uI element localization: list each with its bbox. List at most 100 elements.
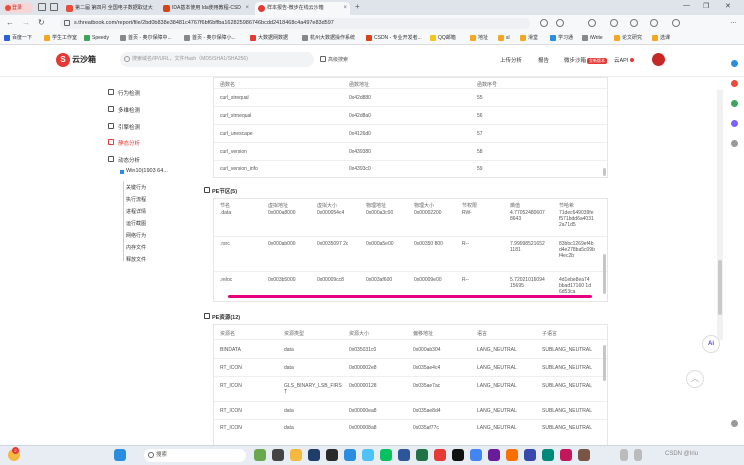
qq-icon[interactable] <box>362 449 374 461</box>
forward-icon[interactable]: → <box>22 18 30 27</box>
bookmark-item[interactable]: 首页 - 奥尔保障中... <box>120 33 172 43</box>
advanced-search-link[interactable]: 高级搜索 <box>320 56 348 63</box>
sidebar-item-behavior[interactable]: 行为检测 <box>108 89 140 97</box>
tab-threatbook[interactable]: 样本报告-微步在线云沙箱 × <box>255 2 350 15</box>
sidebar-outlook-icon[interactable] <box>731 120 738 127</box>
section-title[interactable]: PE节区(5) <box>204 187 237 195</box>
tab-actions-icon[interactable] <box>50 3 58 11</box>
more-menu-icon[interactable]: … <box>730 18 738 27</box>
sidebar-sub-item[interactable]: 进程详情 <box>126 208 146 215</box>
nav-report[interactable]: 报告 <box>538 56 549 64</box>
chrome-icon[interactable] <box>470 449 482 461</box>
nav-sandbox[interactable]: 微步沙箱 全新版本 <box>564 56 608 64</box>
new-tab-icon[interactable]: + <box>355 2 360 11</box>
sections-scrollbar[interactable] <box>603 254 606 294</box>
sidebar-item-engine[interactable]: 引擎检测 <box>108 123 140 131</box>
tab-contest[interactable]: 第二届 第四月 全国电子数据取证大 <box>63 2 158 15</box>
sidebar-add-icon[interactable] <box>731 140 738 147</box>
imports-scrollbar[interactable] <box>603 168 606 176</box>
sidebar-sub-item[interactable]: 运行截图 <box>126 220 146 227</box>
bookmark-item[interactable]: sl <box>498 33 510 43</box>
favorite-star-icon[interactable] <box>556 19 564 27</box>
bookmark-item[interactable]: iWrite <box>582 33 603 43</box>
bookmark-item[interactable]: QQ邮箱 <box>430 33 456 43</box>
profile-button[interactable]: 登录 <box>3 3 33 13</box>
bookmark-item[interactable]: 杭州大数据操作系统 <box>302 33 355 43</box>
close-tab-icon[interactable]: × <box>343 2 347 15</box>
bookmark-item[interactable]: CSDN - 专业开发者... <box>366 33 422 43</box>
collections-icon[interactable] <box>650 19 658 27</box>
back-icon[interactable]: ← <box>6 18 14 27</box>
sidebar-office-icon[interactable] <box>731 100 738 107</box>
close-tab-icon[interactable]: × <box>245 2 249 15</box>
sidebar-tools-icon[interactable] <box>731 80 738 87</box>
steam-icon[interactable] <box>308 449 320 461</box>
bookmark-item[interactable]: 学生工作室 <box>44 33 77 43</box>
sidebar-item-dynamic[interactable]: 动态分析 <box>108 156 140 164</box>
bookmark-item[interactable]: 学习通 <box>550 33 573 43</box>
wechat-icon[interactable] <box>380 449 392 461</box>
sidebar-search-icon[interactable] <box>731 60 738 67</box>
read-aloud-icon[interactable] <box>540 19 548 27</box>
downloads-icon[interactable] <box>672 19 680 27</box>
search-input[interactable]: 搜索域名/IP/URL，文件Hash（MD5/SHA1/SHA256) <box>120 52 314 67</box>
excel-icon[interactable] <box>416 449 428 461</box>
bookmark-item[interactable]: 选课 <box>652 33 670 43</box>
sidebar-item-multidim[interactable]: 多维检测 <box>108 106 140 114</box>
word-icon[interactable] <box>398 449 410 461</box>
app-icon[interactable] <box>560 449 572 461</box>
refresh-icon[interactable]: ↻ <box>38 18 45 27</box>
app-icon[interactable] <box>488 449 500 461</box>
tray-app-icon[interactable] <box>634 449 642 461</box>
taskbar-app-icon[interactable] <box>254 449 266 461</box>
resources-scrollbar[interactable] <box>603 345 606 381</box>
app-icon[interactable] <box>506 449 518 461</box>
page-scrollbar-thumb[interactable] <box>718 260 722 315</box>
task-view-icon[interactable] <box>272 449 284 461</box>
taskbar-search[interactable]: 搜索 <box>144 449 246 462</box>
website: S 云沙箱 搜索域名/IP/URL，文件Hash（MD5/SHA1/SHA256… <box>0 45 744 445</box>
tray-chevron-icon[interactable] <box>620 449 628 461</box>
bookmark-item[interactable]: 首页 - 奥尔保障小... <box>184 33 236 43</box>
avatar-app-icon[interactable] <box>578 449 590 461</box>
nav-api[interactable]: 云API <box>614 56 635 64</box>
bookmark-item[interactable]: 滑堂 <box>520 33 538 43</box>
env-selector[interactable]: Win10(1903 64... <box>108 168 168 174</box>
workspaces-icon[interactable] <box>38 3 46 11</box>
close-window-icon[interactable]: ✕ <box>725 2 731 10</box>
app-icon[interactable] <box>524 449 536 461</box>
split-screen-icon[interactable] <box>610 19 618 27</box>
bookmark-item[interactable]: 地址 <box>470 33 488 43</box>
section-title[interactable]: PE资源(12) <box>204 313 240 321</box>
app-icon[interactable] <box>434 449 446 461</box>
sidebar-settings-icon[interactable] <box>731 420 738 427</box>
maximize-icon[interactable]: ❐ <box>703 2 709 10</box>
bookmark-item[interactable]: Speedy <box>84 33 109 43</box>
avatar[interactable] <box>652 53 665 66</box>
favorites-icon[interactable] <box>630 19 638 27</box>
bookmark-item[interactable]: 论文研究 <box>614 33 642 43</box>
extensions-icon[interactable] <box>588 19 596 27</box>
ai-assistant-button[interactable]: Ai <box>702 335 720 353</box>
tab-ida[interactable]: IDA基本使用 Ida使用教程-CSD × <box>160 2 252 15</box>
app-icon[interactable] <box>452 449 464 461</box>
back-to-top-button[interactable]: ︿ <box>686 370 704 388</box>
nav-upload[interactable]: 上传分析 <box>500 56 522 64</box>
start-icon[interactable] <box>114 449 126 461</box>
url-field[interactable]: s.threatbook.com/report/file/2bd0b838e38… <box>60 18 530 29</box>
sidebar-sub-item[interactable]: 网络行为 <box>126 232 146 239</box>
minimize-icon[interactable]: — <box>683 2 690 9</box>
sidebar-sub-item[interactable]: 内存文件 <box>126 244 146 251</box>
bookmark-item[interactable]: 大数据网数据 <box>250 33 288 43</box>
file-explorer-icon[interactable] <box>290 449 302 461</box>
bookmark-item[interactable]: 百度一下 <box>4 33 32 43</box>
sidebar-item-static[interactable]: 静态分析 <box>108 139 140 147</box>
edge-icon[interactable] <box>344 449 356 461</box>
site-logo[interactable]: 云沙箱 <box>72 54 96 65</box>
page-icon <box>184 35 190 41</box>
app-icon[interactable] <box>542 449 554 461</box>
sidebar-sub-item[interactable]: 关键行为 <box>126 184 146 191</box>
terminal-icon[interactable] <box>326 449 338 461</box>
sidebar-sub-item[interactable]: 释放文件 <box>126 256 146 263</box>
sidebar-sub-item[interactable]: 执行流程 <box>126 196 146 203</box>
